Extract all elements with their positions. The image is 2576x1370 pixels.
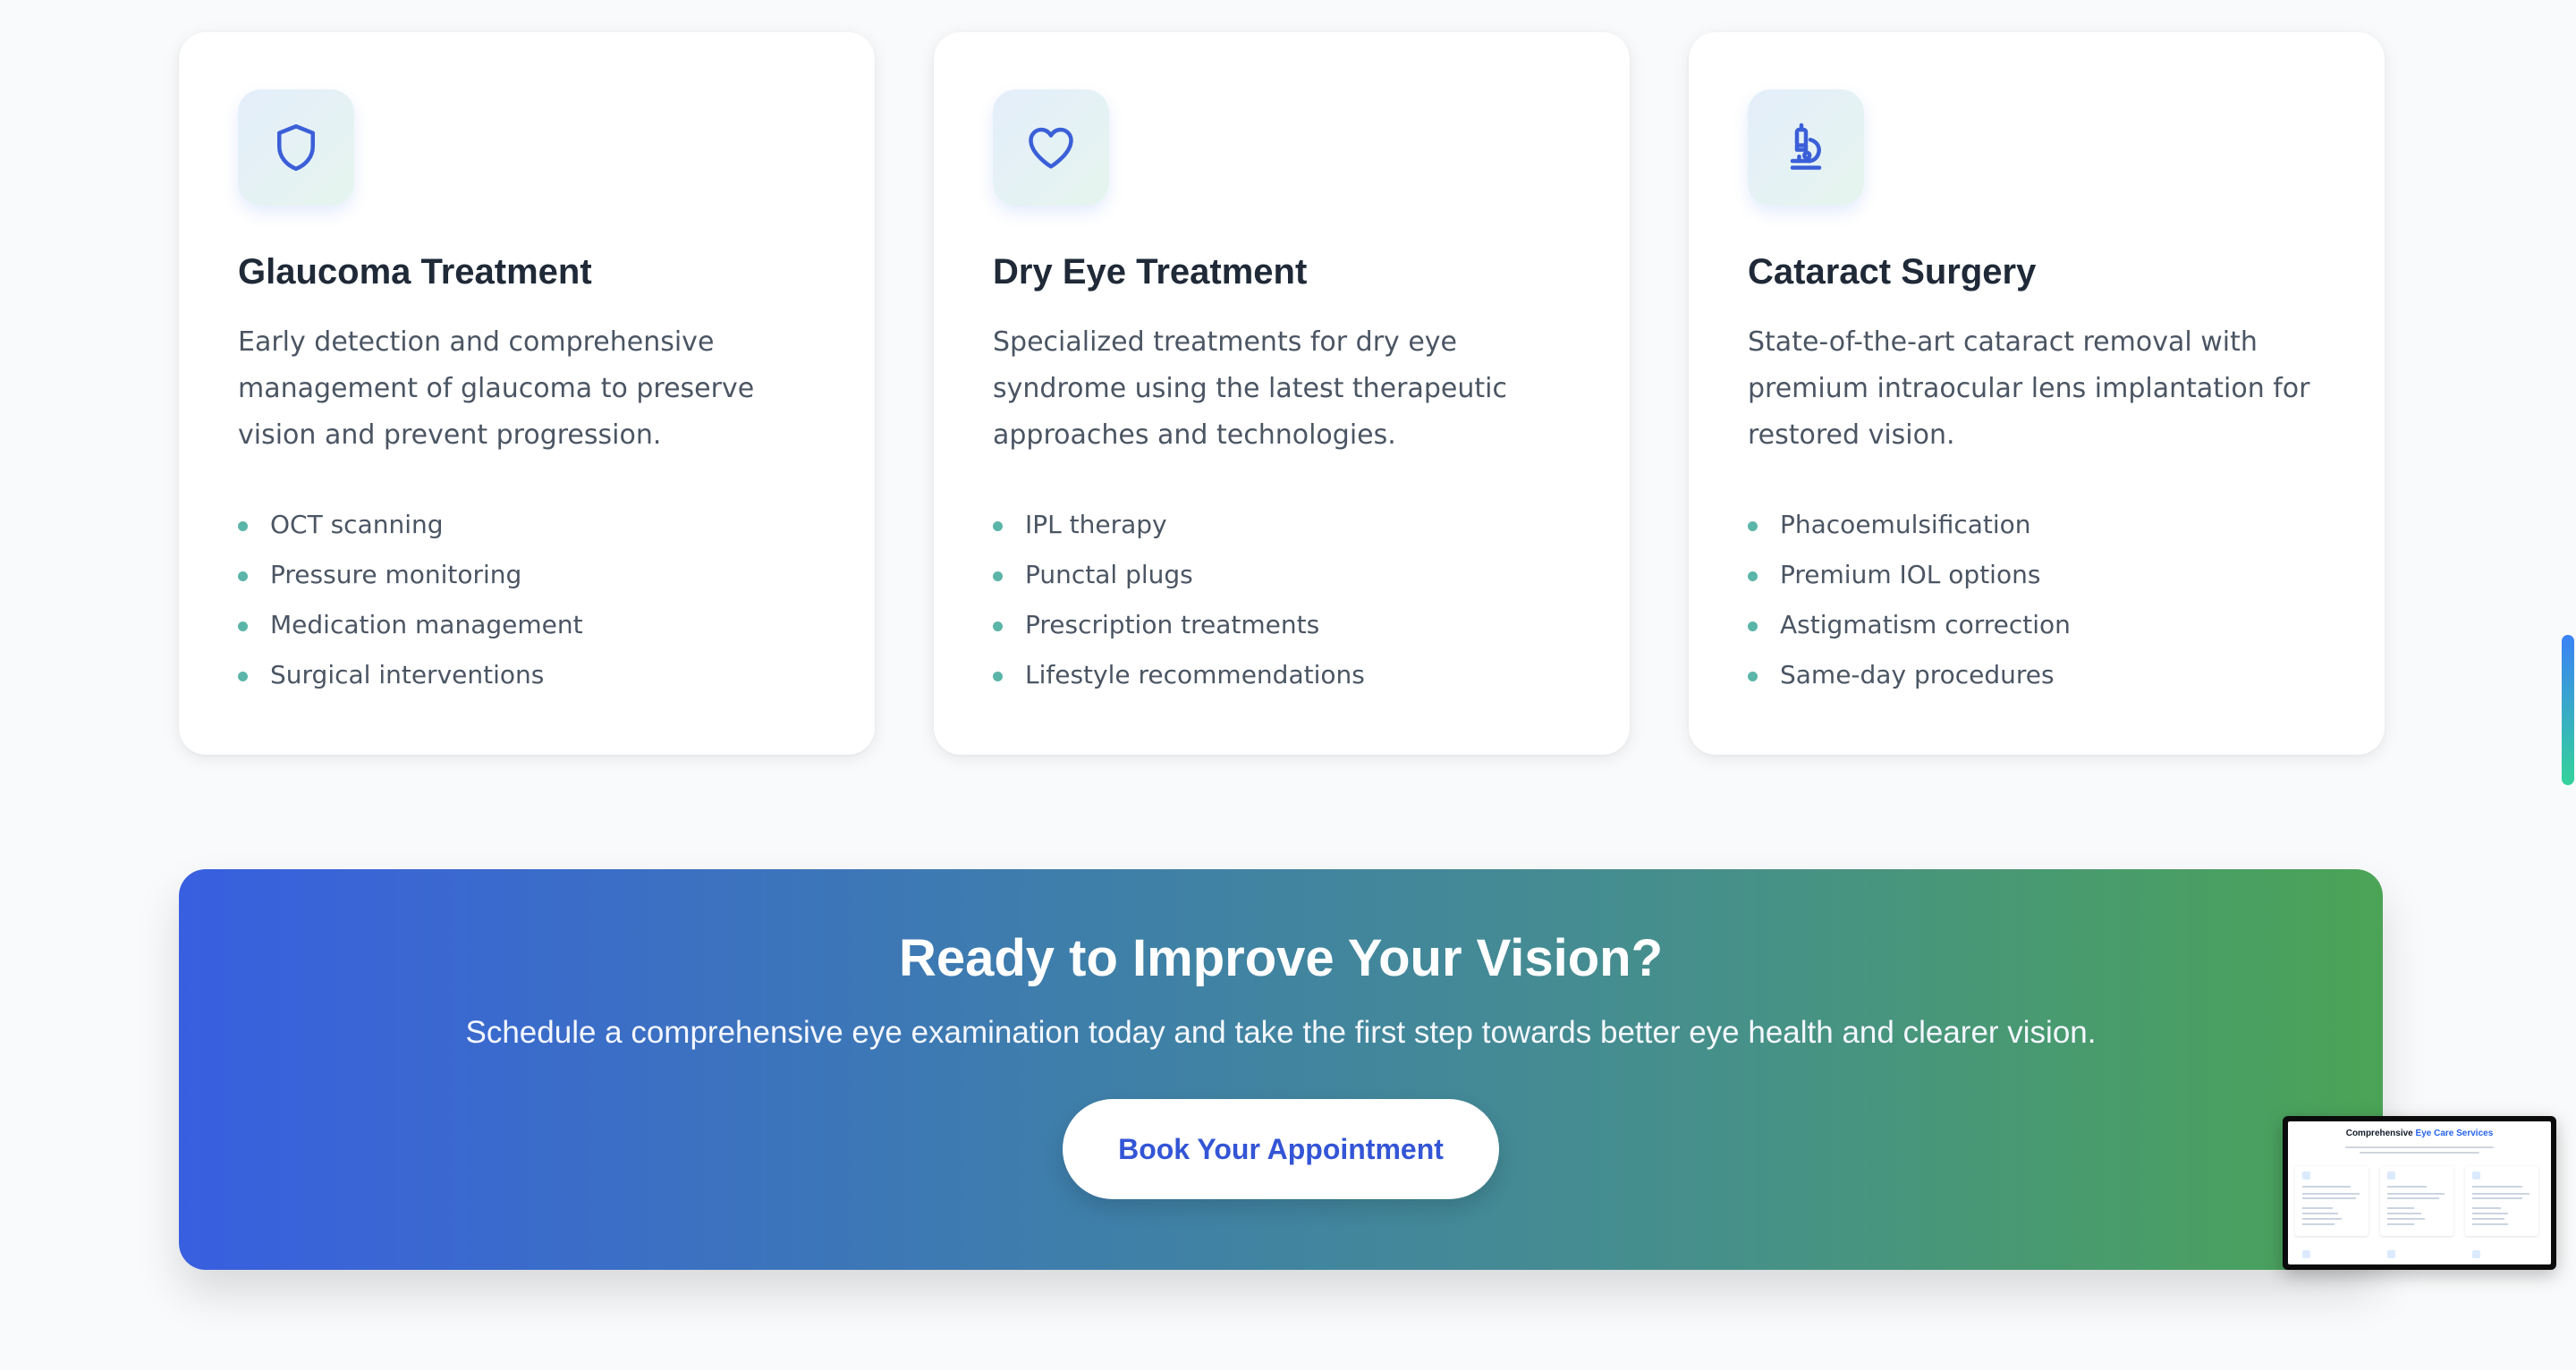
preview-card-line — [2302, 1218, 2342, 1220]
service-cards: Glaucoma Treatment Early detection and c… — [179, 32, 2385, 755]
preview-card-line — [2302, 1223, 2334, 1225]
page-preview-thumbnail[interactable]: Comprehensive Eye Care Services — [2283, 1116, 2556, 1270]
feature-item: Astigmatism correction — [1748, 600, 2326, 650]
feature-item: Surgical interventions — [238, 650, 816, 700]
preview-card-line — [2302, 1197, 2356, 1199]
preview-title: Comprehensive Eye Care Services — [2288, 1129, 2551, 1138]
feature-item: IPL therapy — [993, 500, 1571, 550]
feature-list: OCT scanning Pressure monitoring Medicat… — [238, 500, 816, 700]
cta-title: Ready to Improve Your Vision? — [898, 929, 1664, 987]
feature-item: Same-day procedures — [1748, 650, 2326, 700]
service-description: Specialized treatments for dry eye syndr… — [993, 326, 1507, 451]
preview-card-icon — [2302, 1171, 2310, 1180]
feature-item: Prescription treatments — [993, 600, 1571, 650]
preview-card-line — [2472, 1193, 2529, 1195]
preview-card-line — [2387, 1193, 2445, 1195]
preview-card-line — [2472, 1207, 2501, 1209]
preview-card — [2295, 1166, 2368, 1236]
preview-card-line — [2387, 1223, 2414, 1225]
preview-card-line — [2472, 1223, 2508, 1225]
preview-card-icon — [2302, 1250, 2310, 1258]
preview-card-line — [2302, 1186, 2351, 1188]
preview-card-line — [2302, 1193, 2360, 1195]
service-card-cataract: Cataract Surgery State-of-the-art catara… — [1689, 32, 2385, 755]
preview-title-highlight: Eye Care Services — [2415, 1129, 2494, 1138]
feature-item: Premium IOL options — [1748, 550, 2326, 600]
feature-list: Phacoemulsification Premium IOL options … — [1748, 500, 2326, 700]
preview-card-icon — [2472, 1250, 2480, 1258]
preview-card-icon — [2387, 1171, 2395, 1180]
preview-card-line — [2387, 1207, 2414, 1209]
page: Glaucoma Treatment Early detection and c… — [0, 0, 2576, 1370]
preview-card-icon — [2387, 1250, 2395, 1258]
feature-item: Pressure monitoring — [238, 550, 816, 600]
preview-card-line — [2387, 1197, 2439, 1199]
cta-subtitle: Schedule a comprehensive eye examination… — [465, 1015, 2097, 1050]
preview-text-line — [2345, 1146, 2494, 1148]
feature-item: Phacoemulsification — [1748, 500, 2326, 550]
icon-tile — [1748, 89, 1864, 206]
scrollbar-thumb[interactable] — [2562, 635, 2574, 785]
icon-tile — [238, 89, 354, 206]
preview-title-plain: Comprehensive — [2345, 1129, 2413, 1138]
preview-card-line — [2387, 1218, 2425, 1220]
service-title: Cataract Surgery — [1748, 252, 2037, 292]
service-description: State-of-the-art cataract removal with p… — [1748, 326, 2310, 451]
preview-card-line — [2387, 1213, 2421, 1214]
preview-card-icon — [2472, 1171, 2480, 1180]
feature-item: Medication management — [238, 600, 816, 650]
service-card-dry-eye: Dry Eye Treatment Specialized treatments… — [934, 32, 1630, 755]
preview-card-line — [2472, 1213, 2508, 1214]
preview-card-line — [2387, 1186, 2427, 1188]
microscope-icon — [1790, 123, 1822, 170]
preview-card-line — [2302, 1213, 2338, 1214]
book-appointment-button[interactable]: Book Your Appointment — [1063, 1099, 1499, 1199]
service-title: Dry Eye Treatment — [993, 252, 1308, 292]
preview-card — [2380, 1166, 2453, 1236]
preview-card-line — [2472, 1186, 2522, 1188]
preview-card-line — [2472, 1197, 2522, 1199]
feature-item: Punctal plugs — [993, 550, 1571, 600]
feature-list: IPL therapy Punctal plugs Prescription t… — [993, 500, 1571, 700]
preview-text-line — [2360, 1152, 2479, 1154]
service-card-glaucoma: Glaucoma Treatment Early detection and c… — [179, 32, 875, 755]
preview-card-line — [2472, 1218, 2504, 1220]
preview-card — [2465, 1166, 2538, 1236]
service-description: Early detection and comprehensive manage… — [238, 326, 755, 451]
feature-item: OCT scanning — [238, 500, 816, 550]
preview-card-line — [2302, 1207, 2333, 1209]
icon-tile — [993, 89, 1109, 206]
preview-content: Comprehensive Eye Care Services — [2288, 1121, 2551, 1264]
heart-icon — [1029, 127, 1073, 169]
service-title: Glaucoma Treatment — [238, 252, 592, 292]
cta-banner: Ready to Improve Your Vision? Schedule a… — [179, 869, 2383, 1270]
feature-item: Lifestyle recommendations — [993, 650, 1571, 700]
shield-icon — [277, 124, 315, 171]
